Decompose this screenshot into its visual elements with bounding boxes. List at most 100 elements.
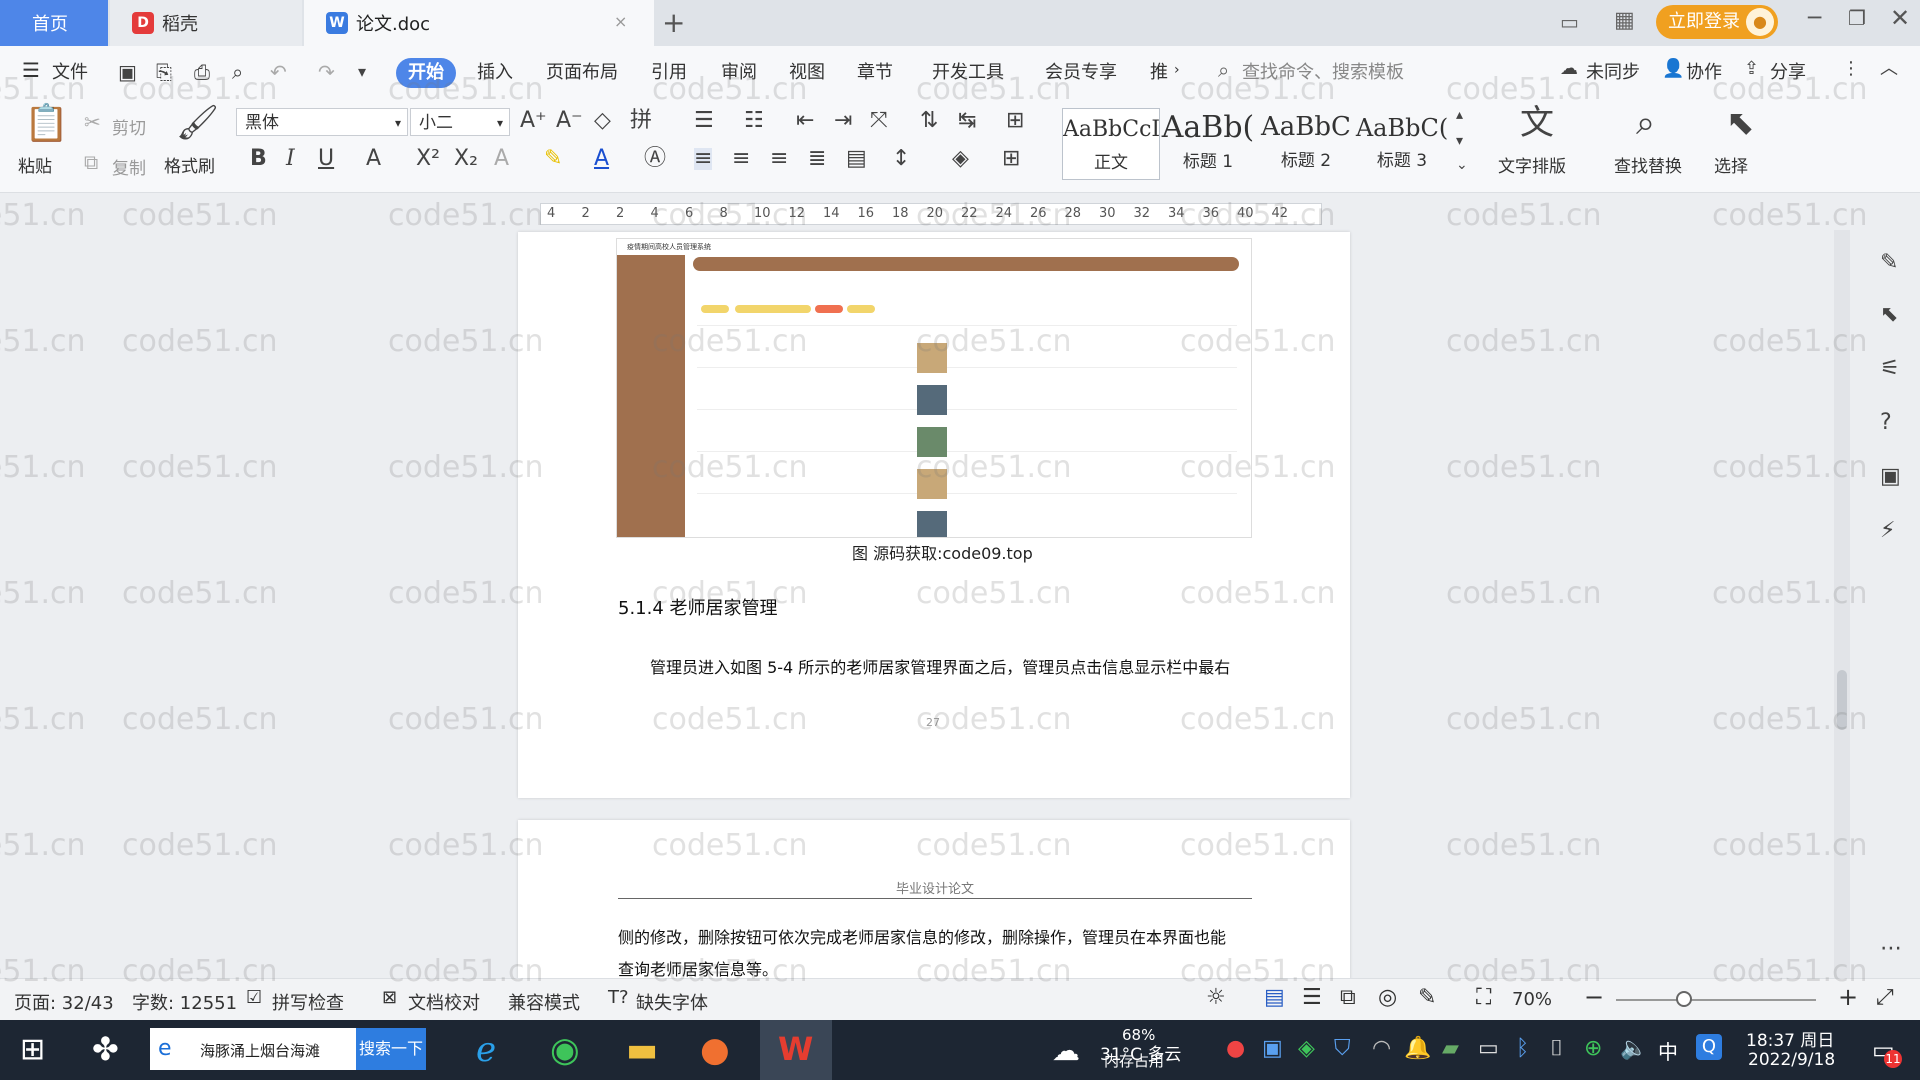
tray-plus-icon[interactable]: ⊕ [1584,1036,1602,1061]
clock-date[interactable]: 2022/9/18 [1748,1050,1835,1070]
show-marks-icon[interactable]: ⊞ [1006,110,1024,132]
hamburger-icon[interactable]: ☰ [22,58,40,82]
styles-more-icon[interactable]: ⌄ [1456,158,1468,172]
align-right-icon[interactable]: ≡ [770,148,788,170]
font-family-select[interactable]: 黑体 ▾ [236,108,408,136]
strikethrough-icon[interactable]: A [366,148,381,170]
zoom-slider-handle[interactable] [1676,991,1692,1007]
sync-status[interactable]: 未同步 [1586,58,1640,84]
menu-view[interactable]: 视图 [789,58,825,84]
collab-button[interactable]: 协作 [1686,58,1722,84]
tab-document[interactable]: W 论文.doc × [304,0,654,46]
close-window-icon[interactable]: ✕ [1890,4,1910,32]
edit-pen-icon[interactable]: ✎ [1880,252,1898,274]
tray-app-icon[interactable]: ● [1226,1036,1245,1061]
numbered-list-icon[interactable]: ☷ [744,110,764,132]
underline-icon[interactable]: U [318,148,334,170]
shrink-font-icon[interactable]: A⁻ [556,110,583,132]
text-direction-icon[interactable]: ↹ [958,110,976,132]
text-effect-icon[interactable]: A [494,148,509,170]
font-size-select[interactable]: 小二 ▾ [410,108,510,136]
tab-close-icon[interactable]: × [614,12,627,31]
share-button[interactable]: 分享 [1770,58,1806,84]
align-center-icon[interactable]: ≡ [732,148,750,170]
missing-font-button[interactable]: 缺失字体 [636,989,708,1015]
clock-time[interactable]: 18:37 周日 [1746,1026,1834,1051]
browser-pinwheel-icon[interactable]: ✤ [92,1030,119,1068]
wps-taskbar-button[interactable]: W [760,1020,832,1080]
menu-more[interactable]: 推 [1150,58,1168,84]
spell-check-button[interactable]: 拼写检查 [272,989,344,1015]
sort-icon[interactable]: ⇅ [920,110,938,132]
login-button[interactable]: 立即登录 ● [1656,5,1778,39]
ime-indicator[interactable]: 中 [1658,1036,1678,1065]
windows-start-icon[interactable]: ⊞ [20,1032,45,1067]
menu-start[interactable]: 开始 [396,58,456,88]
vertical-scrollbar[interactable] [1834,230,1850,978]
new-tab-icon[interactable]: + [662,6,685,39]
horizontal-ruler[interactable]: 4 2 2 4 6 8 10 12 14 16 18 20 22 24 26 28 30 32 34 36 40 42 [540,203,1322,225]
grow-font-icon[interactable]: A⁺ [520,110,547,132]
font-color-icon[interactable]: A [594,148,609,170]
volume-icon[interactable]: 🔈 [1620,1036,1647,1061]
clear-format-icon[interactable]: ◇ [594,110,611,132]
browser-360-icon[interactable]: ◉ [550,1030,580,1070]
menu-chapter[interactable]: 章节 [857,58,893,84]
italic-icon[interactable]: I [286,148,295,170]
panel-more-icon[interactable]: ⋯ [1880,938,1902,960]
shield-icon[interactable]: ⛉ [1334,1036,1351,1061]
fullscreen-icon[interactable]: ⤢ [1876,985,1894,1010]
subscript-icon[interactable]: X₂ [454,148,478,170]
styles-scroll-down-icon[interactable]: ▾ [1456,134,1463,148]
menu-insert[interactable]: 插入 [477,58,513,84]
zoom-level[interactable]: 70% [1512,989,1552,1010]
bell-icon[interactable]: 🔔 [1404,1036,1431,1061]
outline-view-icon[interactable]: ☰ [1302,985,1322,1010]
restore-icon[interactable]: ❐ [1848,6,1866,30]
menu-file[interactable]: 文件 [52,58,88,84]
cut-button[interactable]: 剪切 [112,114,146,139]
style-normal[interactable]: AaBbCcI 正文 [1062,108,1160,180]
command-search-input[interactable]: 查找命令、搜索模板 [1242,58,1404,84]
menu-member[interactable]: 会员专享 [1045,58,1117,84]
align-left-icon[interactable]: ≡ [694,148,713,170]
scrollbar-thumb[interactable] [1837,670,1847,730]
more-options-icon[interactable]: ⋮ [1842,60,1860,78]
borders-icon[interactable]: ⊞ [1002,148,1020,170]
styles-scroll-up-icon[interactable]: ▴ [1456,108,1463,122]
phonetic-icon[interactable]: 拼 [630,110,652,132]
magic-icon[interactable]: ⚡ [1880,520,1895,542]
bullet-list-icon[interactable]: ☰ [694,110,714,132]
select-button[interactable]: 选择 [1714,152,1748,177]
fit-page-icon[interactable]: ⛶ [1476,985,1491,1010]
zoom-in-icon[interactable]: + [1838,983,1858,1011]
file-explorer-icon[interactable]: ▬ [626,1030,658,1070]
gpu-icon[interactable]: ▰ [1442,1036,1459,1061]
find-replace-button[interactable]: 查找替换 [1614,152,1682,177]
taskbar-search-box[interactable]: e 海豚涌上烟台海滩 [150,1028,356,1070]
tray-app-icon[interactable]: ◈ [1298,1036,1315,1061]
page-indicator[interactable]: 页面: 32/43 [14,989,114,1015]
style-heading-2[interactable]: AaBbC 标题 2 [1258,108,1354,178]
paste-icon[interactable]: 📋 [24,106,69,142]
line-spacing-icon[interactable]: ↕ [892,148,910,170]
export-icon[interactable]: ⎘ [156,62,172,82]
apps-grid-icon[interactable]: ▦ [1614,8,1635,33]
doc-proof-button[interactable]: 文档校对 [408,989,480,1015]
word-count[interactable]: 字数: 12551 [132,989,237,1015]
print-icon[interactable]: ⎙ [194,62,210,82]
redo-icon[interactable]: ↷ [318,62,335,82]
chinese-layout-icon[interactable]: ⤧ [870,110,888,132]
print-preview-icon[interactable]: ⌕ [232,62,243,82]
undo-icon[interactable]: ↶ [270,62,287,82]
char-border-icon[interactable]: Ⓐ [644,148,666,170]
decrease-indent-icon[interactable]: ⇤ [796,110,814,132]
page-view-icon[interactable]: ▤ [1264,985,1285,1010]
superscript-icon[interactable]: X² [416,148,440,170]
format-painter-button[interactable]: 格式刷 [164,152,215,177]
menu-page-layout[interactable]: 页面布局 [546,58,618,84]
battery-icon[interactable]: ▭ [1478,1036,1499,1061]
quick-access-dropdown-icon[interactable]: ▾ [358,64,366,80]
menu-scroll-right-icon[interactable]: › [1174,62,1180,78]
bold-icon[interactable]: B [250,148,267,170]
